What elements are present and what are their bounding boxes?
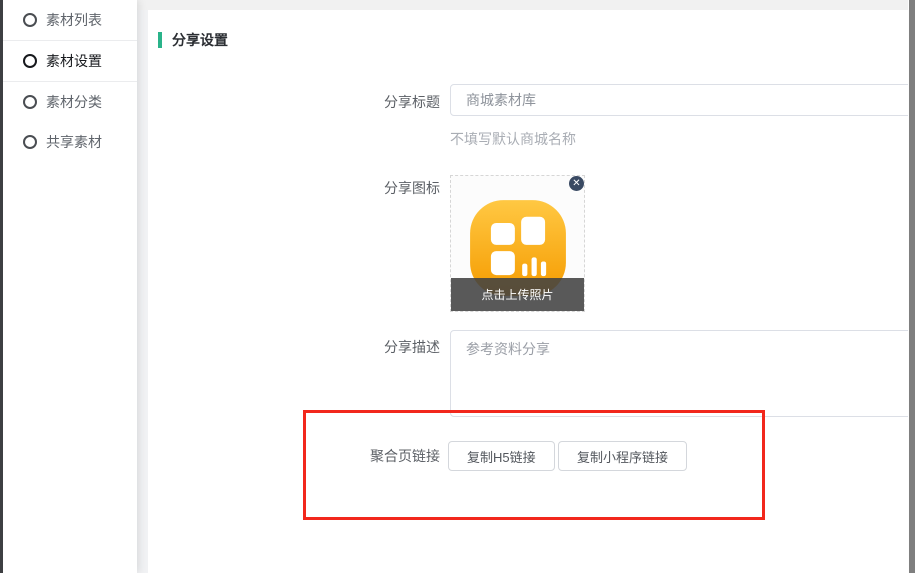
circle-icon: [23, 95, 37, 109]
copy-miniprogram-link-button[interactable]: 复制小程序链接: [558, 441, 687, 471]
share-icon-label: 分享图标: [280, 178, 440, 198]
icon-upload-box[interactable]: ✕ 点击上传照片: [450, 175, 585, 312]
sidebar-item-label: 素材设置: [46, 51, 102, 71]
copy-h5-link-button[interactable]: 复制H5链接: [448, 441, 555, 471]
upload-overlay[interactable]: 点击上传照片: [451, 278, 584, 311]
sidebar-item-material-list[interactable]: 素材列表: [3, 0, 137, 41]
section-header: 分享设置: [158, 30, 228, 50]
circle-icon: [23, 13, 37, 27]
window-left-edge: [0, 0, 3, 573]
top-background-strip: [137, 0, 915, 10]
agg-link-label: 聚合页链接: [280, 446, 440, 466]
share-title-label: 分享标题: [280, 92, 440, 112]
app-window: 素材列表 素材设置 素材分类 共享素材 分享设置 分享标题 不填写默认商城名称 …: [0, 0, 915, 573]
sidebar-item-label: 共享素材: [46, 132, 102, 152]
share-title-helper-text: 不填写默认商城名称: [450, 129, 576, 149]
sidebar-item-shared-material[interactable]: 共享素材: [3, 122, 137, 162]
sidebar-item-material-category[interactable]: 素材分类: [3, 82, 137, 122]
circle-icon: [23, 54, 37, 68]
circle-icon: [23, 135, 37, 149]
content-panel: 分享设置 分享标题 不填写默认商城名称 分享图标 ✕: [148, 10, 915, 573]
sidebar: 素材列表 素材设置 素材分类 共享素材: [3, 0, 137, 573]
scrollbar-thumb[interactable]: [909, 0, 915, 573]
sidebar-item-label: 素材列表: [46, 10, 102, 30]
page-title: 分享设置: [172, 30, 228, 50]
layout-gap: [137, 0, 148, 573]
accent-bar-icon: [158, 32, 162, 48]
share-desc-textarea[interactable]: 参考资料分享: [450, 330, 915, 417]
scrollbar-track: [908, 0, 915, 573]
share-desc-label: 分享描述: [280, 337, 440, 357]
upload-overlay-text: 点击上传照片: [481, 286, 553, 303]
share-title-input[interactable]: [450, 84, 915, 116]
sidebar-item-label: 素材分类: [46, 92, 102, 112]
sidebar-item-material-settings[interactable]: 素材设置: [3, 41, 137, 82]
close-icon[interactable]: ✕: [569, 176, 584, 191]
